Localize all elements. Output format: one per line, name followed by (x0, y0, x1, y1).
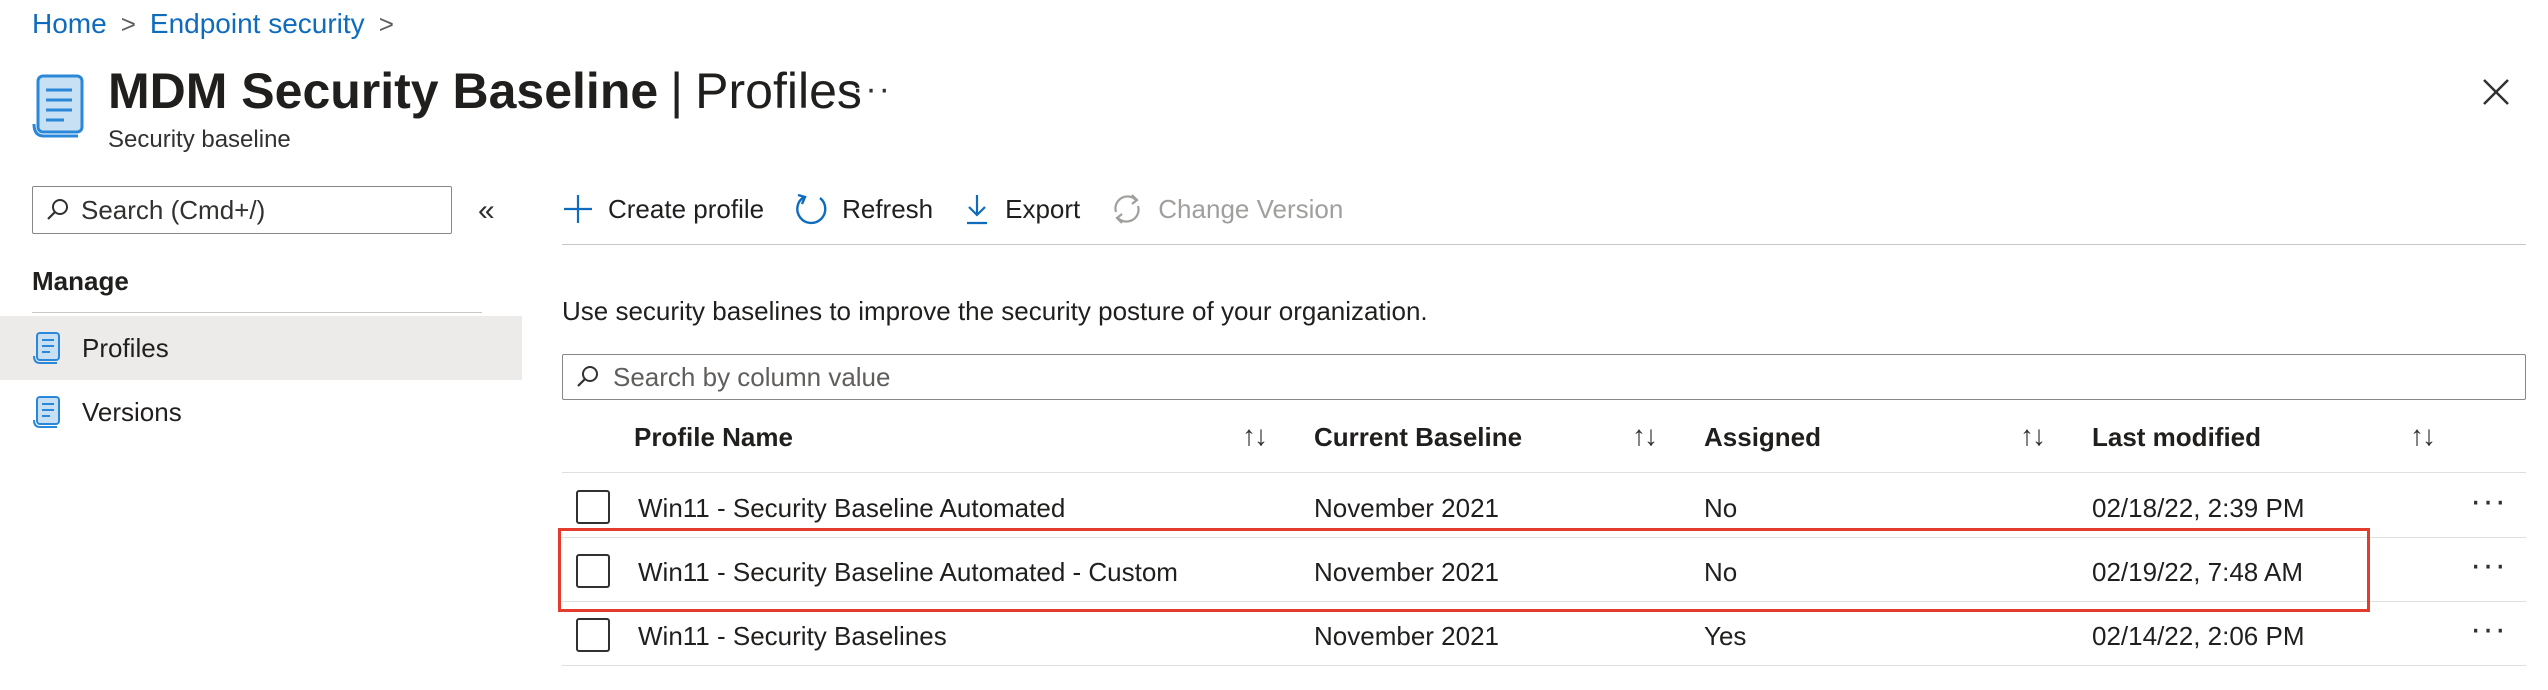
breadcrumb-separator: > (378, 8, 394, 39)
column-header-current-baseline[interactable]: Current Baseline (1314, 422, 1522, 453)
profile-name-cell[interactable]: Win11 - Security Baseline Automated (638, 493, 1065, 524)
last-modified-cell: 02/18/22, 2:39 PM (2092, 493, 2305, 523)
sync-icon (1114, 194, 1140, 224)
sort-icon[interactable]: ↑↓ (1242, 420, 1268, 452)
download-icon (967, 195, 988, 225)
table-header-divider (562, 472, 2526, 473)
row-more-actions-button[interactable]: ··· (2470, 482, 2507, 521)
page-title-divider: | (670, 63, 684, 119)
breadcrumb-separator: > (120, 8, 136, 39)
breadcrumb-endpoint-security-link[interactable]: Endpoint security (150, 8, 365, 40)
sort-icon[interactable]: ↑↓ (1632, 420, 1658, 452)
change-version-label: Change Version (1158, 193, 1344, 224)
sidebar-search-input[interactable] (81, 194, 441, 226)
last-modified-cell: 02/14/22, 2:06 PM (2092, 621, 2305, 651)
manage-section-heading: Manage (32, 266, 129, 296)
search-icon (47, 199, 68, 220)
create-profile-button[interactable]: Create profile (562, 193, 764, 225)
sort-icon[interactable]: ↑↓ (2020, 420, 2046, 452)
sort-icon[interactable]: ↑↓ (2410, 420, 2436, 452)
baseline-scroll-icon (32, 74, 84, 138)
refresh-icon (796, 193, 827, 225)
row-checkbox[interactable] (576, 618, 610, 652)
page-title-main: MDM Security Baseline (108, 63, 659, 119)
refresh-label: Refresh (842, 193, 934, 224)
collapse-sidebar-button[interactable]: « (478, 194, 495, 228)
breadcrumb: Home > Endpoint security > (32, 8, 408, 40)
column-filter-box[interactable] (562, 354, 2526, 400)
row-more-actions-button[interactable]: ··· (2470, 610, 2507, 649)
page-title: MDM Security Baseline | Profiles (108, 62, 862, 120)
profile-scroll-icon (33, 332, 60, 364)
versions-scroll-icon (33, 396, 60, 428)
sidebar-item-profiles[interactable]: Profiles (0, 316, 522, 380)
page-description: Use security baselines to improve the se… (562, 296, 1428, 326)
row-more-actions-button[interactable]: ··· (2470, 546, 2507, 585)
page-more-button[interactable]: ··· (852, 70, 892, 109)
profile-name-cell[interactable]: Win11 - Security Baselines (638, 621, 947, 652)
column-filter-input[interactable] (613, 361, 2413, 393)
command-bar-divider (562, 244, 2526, 245)
column-header-profile-name[interactable]: Profile Name (634, 422, 793, 453)
search-icon (577, 366, 598, 387)
page-subtitle: Security baseline (108, 126, 291, 153)
export-button[interactable]: Export (963, 193, 1080, 225)
close-icon[interactable] (2476, 72, 2516, 112)
sidebar-item-label: Versions (82, 396, 182, 427)
export-label: Export (1005, 193, 1081, 224)
assigned-cell: No (1704, 493, 1738, 523)
column-header-last-modified[interactable]: Last modified (2092, 422, 2261, 453)
change-version-button[interactable]: Change Version (1110, 192, 1343, 226)
page-title-section: Profiles (695, 63, 862, 119)
create-profile-label: Create profile (608, 193, 765, 224)
breadcrumb-home-link[interactable]: Home (32, 8, 107, 40)
sidebar-search-box[interactable] (32, 186, 452, 234)
row-checkbox[interactable] (576, 490, 610, 524)
current-baseline-cell: November 2021 (1314, 493, 1499, 523)
highlight-box (558, 528, 2370, 612)
command-bar: Create profile Refresh Export Change Ver… (562, 186, 1373, 232)
refresh-button[interactable]: Refresh (794, 192, 933, 226)
sidebar-item-label: Profiles (82, 332, 169, 363)
sidebar-item-versions[interactable]: Versions (0, 380, 522, 444)
plus-icon (564, 195, 592, 223)
assigned-cell: Yes (1704, 621, 1747, 651)
manage-divider (32, 312, 482, 313)
column-header-assigned[interactable]: Assigned (1704, 422, 1821, 453)
current-baseline-cell: November 2021 (1314, 621, 1499, 651)
